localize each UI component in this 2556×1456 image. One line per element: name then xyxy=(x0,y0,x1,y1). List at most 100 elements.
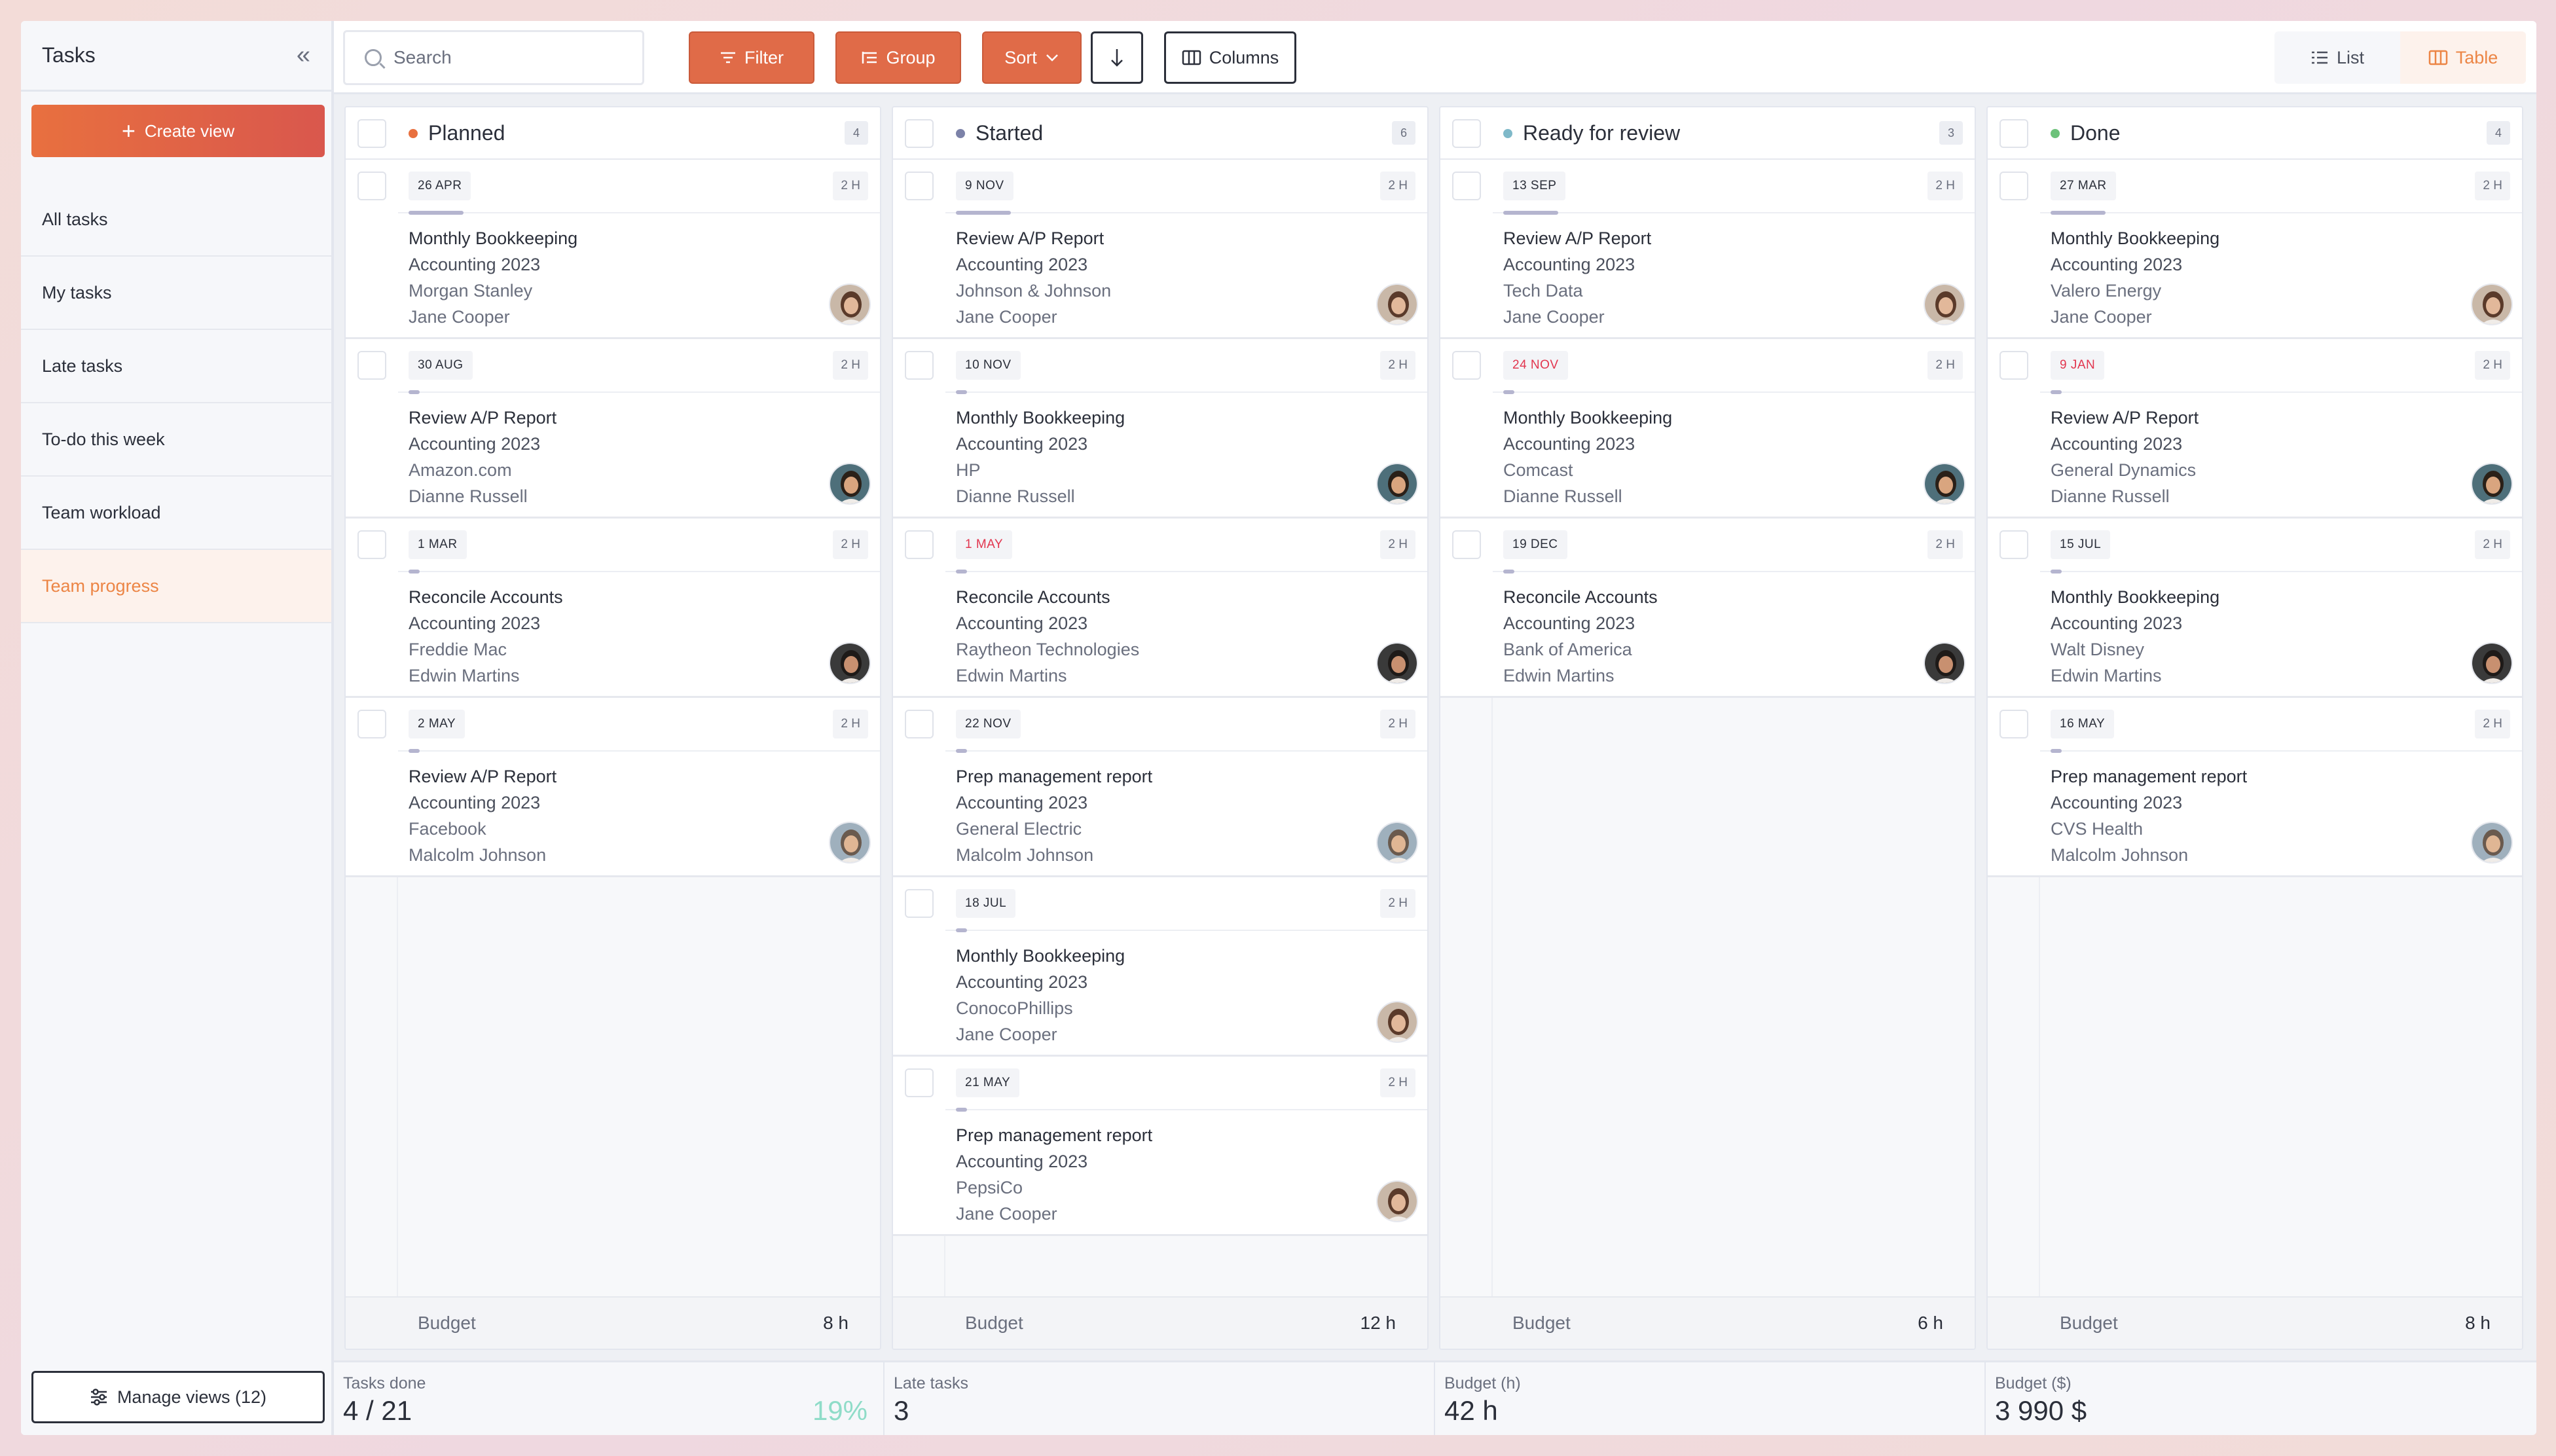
task-card[interactable]: 21 MAY 2 H Prep management report Accountin… xyxy=(893,1057,1427,1236)
summary-bar: Tasks done 4 / 21 19% Late tasks 3 Budge… xyxy=(334,1360,2536,1435)
avatar[interactable] xyxy=(2471,283,2513,325)
avatar[interactable] xyxy=(2471,822,2513,864)
sidebar-item-my-tasks[interactable]: My tasks xyxy=(21,257,331,330)
hours-estimate-chip: 2 H xyxy=(833,172,868,200)
assignee-name: Dianne Russell xyxy=(956,486,1075,506)
task-details: Monthly Bookkeeping Accounting 2023 Morgan… xyxy=(409,225,577,330)
task-card[interactable]: 10 NOV 2 H Monthly Bookkeeping Accounting 2… xyxy=(893,339,1427,519)
create-view-label: Create view xyxy=(144,120,235,141)
task-card[interactable]: 9 NOV 2 H Review A/P Report Accounting 2023… xyxy=(893,160,1427,339)
task-checkbox[interactable] xyxy=(905,351,934,380)
list-view-tab[interactable]: List xyxy=(2274,31,2400,84)
task-checkbox[interactable] xyxy=(1452,172,1481,200)
budget-label: Budget xyxy=(2060,1313,2118,1333)
sort-button[interactable]: Sort xyxy=(982,31,1082,84)
task-checkbox[interactable] xyxy=(905,172,934,200)
due-date-chip: 22 NOV xyxy=(956,710,1021,738)
sidebar-item-todo-this-week[interactable]: To-do this week xyxy=(21,403,331,477)
avatar[interactable] xyxy=(829,642,871,684)
task-checkbox[interactable] xyxy=(905,710,934,738)
task-card[interactable]: 9 JAN 2 H Review A/P Report Accounting 2023… xyxy=(1988,339,2522,519)
select-all-checkbox[interactable] xyxy=(357,119,386,148)
task-card[interactable]: 1 MAR 2 H Reconcile Accounts Accounting 202… xyxy=(346,519,880,698)
task-checkbox[interactable] xyxy=(905,1068,934,1097)
view-list: All tasks My tasks Late tasks To-do this… xyxy=(21,183,331,623)
task-checkbox[interactable] xyxy=(357,172,386,200)
collapse-sidebar-icon[interactable]: « xyxy=(297,41,310,69)
client-name: Valero Energy xyxy=(2051,281,2162,300)
avatar[interactable] xyxy=(1376,822,1418,864)
task-name: Prep management report xyxy=(956,1125,1153,1145)
search-input[interactable]: Search xyxy=(343,30,644,85)
task-card[interactable]: 30 AUG 2 H Review A/P Report Accounting 202… xyxy=(346,339,880,519)
task-details: Monthly Bookkeeping Accounting 2023 Conoco… xyxy=(956,943,1125,1047)
avatar[interactable] xyxy=(829,822,871,864)
task-name: Review A/P Report xyxy=(409,408,557,428)
task-card[interactable]: 18 JUL 2 H Monthly Bookkeeping Accounting 2… xyxy=(893,877,1427,1057)
select-all-checkbox[interactable] xyxy=(905,119,934,148)
assignee-name: Malcolm Johnson xyxy=(409,845,547,865)
task-checkbox[interactable] xyxy=(1452,530,1481,559)
task-checkbox[interactable] xyxy=(357,710,386,738)
task-checkbox[interactable] xyxy=(1999,710,2028,738)
avatar[interactable] xyxy=(2471,642,2513,684)
avatar[interactable] xyxy=(1376,1001,1418,1043)
avatar[interactable] xyxy=(829,463,871,505)
task-checkbox[interactable] xyxy=(905,530,934,559)
avatar[interactable] xyxy=(829,283,871,325)
task-checkbox[interactable] xyxy=(357,530,386,559)
sidebar-item-team-workload[interactable]: Team workload xyxy=(21,477,331,550)
project-name: Accounting 2023 xyxy=(2051,793,2183,812)
group-button[interactable]: Group xyxy=(835,31,961,84)
columns-label: Columns xyxy=(1209,47,1279,67)
task-checkbox[interactable] xyxy=(1452,351,1481,380)
task-checkbox[interactable] xyxy=(905,889,934,918)
select-all-checkbox[interactable] xyxy=(1452,119,1481,148)
task-checkbox[interactable] xyxy=(357,351,386,380)
task-checkbox[interactable] xyxy=(1999,530,2028,559)
filter-button[interactable]: Filter xyxy=(689,31,814,84)
progress-bar xyxy=(956,211,1093,215)
avatar[interactable] xyxy=(2471,463,2513,505)
task-card[interactable]: 27 MAR 2 H Monthly Bookkeeping Accounting 2… xyxy=(1988,160,2522,339)
client-name: Bank of America xyxy=(1503,640,1632,659)
status-column-ready-for-review: Ready for review 3 13 SEP 2 H Review A/P Rep… xyxy=(1439,106,1976,1350)
columns-button[interactable]: Columns xyxy=(1164,31,1296,84)
avatar[interactable] xyxy=(1376,1180,1418,1222)
task-card[interactable]: 22 NOV 2 H Prep management report Accountin… xyxy=(893,698,1427,877)
task-card[interactable]: 16 MAY 2 H Prep management report Accountin… xyxy=(1988,698,2522,877)
task-details: Reconcile Accounts Accounting 2023 Bank of… xyxy=(1503,584,1658,689)
sidebar-item-team-progress[interactable]: Team progress xyxy=(21,550,331,623)
task-details: Monthly Bookkeeping Accounting 2023 Comcas… xyxy=(1503,405,1672,509)
task-card[interactable]: 13 SEP 2 H Review A/P Report Accounting 202… xyxy=(1440,160,1975,339)
sidebar-item-all-tasks[interactable]: All tasks xyxy=(21,183,331,257)
task-card[interactable]: 24 NOV 2 H Monthly Bookkeeping Accounting 2… xyxy=(1440,339,1975,519)
create-view-button[interactable]: + Create view xyxy=(31,105,325,157)
avatar[interactable] xyxy=(1376,283,1418,325)
due-date-chip: 1 MAY xyxy=(956,530,1013,559)
sidebar-item-late-tasks[interactable]: Late tasks xyxy=(21,330,331,403)
due-date-chip: 2 MAY xyxy=(409,710,466,738)
manage-views-button[interactable]: Manage views (12) xyxy=(31,1371,325,1423)
avatar[interactable] xyxy=(1924,463,1965,505)
sort-direction-button[interactable] xyxy=(1091,31,1143,84)
table-view-tab[interactable]: Table xyxy=(2400,31,2526,84)
task-card[interactable]: 2 MAY 2 H Review A/P Report Accounting 2023… xyxy=(346,698,880,877)
task-card[interactable]: 1 MAY 2 H Reconcile Accounts Accounting 202… xyxy=(893,519,1427,698)
avatar[interactable] xyxy=(1924,283,1965,325)
task-card[interactable]: 19 DEC 2 H Reconcile Accounts Accounting 20… xyxy=(1440,519,1975,698)
avatar[interactable] xyxy=(1924,642,1965,684)
project-name: Accounting 2023 xyxy=(1503,434,1635,454)
summary-budget-dollars: Budget ($) 3 990 $ xyxy=(1986,1362,2536,1435)
task-checkbox[interactable] xyxy=(1999,351,2028,380)
avatar[interactable] xyxy=(1376,463,1418,505)
task-card[interactable]: 15 JUL 2 H Monthly Bookkeeping Accounting 2… xyxy=(1988,519,2522,698)
client-name: PepsiCo xyxy=(956,1178,1023,1197)
task-card[interactable]: 26 APR 2 H Monthly Bookkeeping Accounting 2… xyxy=(346,160,880,339)
due-date-chip: 30 AUG xyxy=(409,351,473,380)
select-all-checkbox[interactable] xyxy=(1999,119,2028,148)
task-checkbox[interactable] xyxy=(1999,172,2028,200)
budget-label: Budget xyxy=(1512,1313,1571,1333)
avatar[interactable] xyxy=(1376,642,1418,684)
table-icon xyxy=(2428,50,2447,65)
